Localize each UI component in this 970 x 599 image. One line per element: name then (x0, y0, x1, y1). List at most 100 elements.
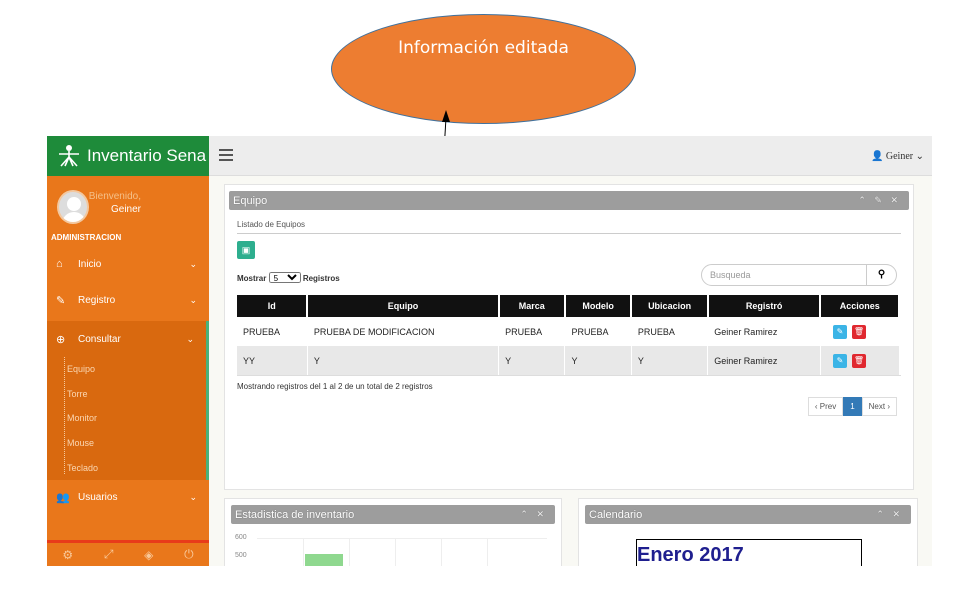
cell: YY (237, 346, 308, 375)
panel-title-bar: Estadistica de inventario ⌃ ✕ (231, 505, 555, 524)
equipo-table: Id Equipo Marca Modelo Ubicacion Registr… (237, 295, 900, 375)
annotation-callout: Información editada (331, 14, 636, 124)
show-suffix: Registros (302, 274, 340, 283)
user-menu-label: Geiner (885, 151, 914, 162)
search-icon[interactable]: ⚲ (866, 265, 896, 285)
panel-tools-icon[interactable]: ⌃ ✕ (876, 509, 903, 520)
panel-title-bar: Equipo ⌃ ✎ ✕ (229, 191, 909, 210)
panel-title: Equipo (233, 194, 268, 207)
sidebar: Inventario Sena Bienvenido, Geiner ADMIN… (47, 136, 209, 566)
table-info: Mostrando registros del 1 al 2 de un tot… (237, 382, 433, 391)
sidebar-item-label: Inicio (78, 258, 102, 270)
sidebar-item-usuarios[interactable]: 👥 Usuarios ⌄ (47, 480, 209, 516)
users-icon: 👥 (56, 492, 70, 505)
sidebar-item-label: Registro (78, 294, 116, 306)
page-1-button[interactable]: 1 (843, 397, 862, 416)
edit-icon: ✎ (56, 294, 66, 307)
chevron-down-icon: ⌄ (189, 258, 197, 269)
user-name: Geiner (110, 204, 141, 215)
submenu-item-teclado[interactable]: Teclado (67, 455, 206, 480)
delete-button[interactable]: 🗑 (851, 324, 866, 339)
col-header[interactable]: Equipo (307, 295, 500, 317)
export-excel-button[interactable]: ▣ (237, 241, 255, 259)
app-window: Inventario Sena Bienvenido, Geiner ADMIN… (47, 136, 932, 566)
cell: PRUEBA (237, 317, 308, 346)
cell: Geiner Ramirez (707, 346, 821, 375)
chevron-down-icon: ⌄ (189, 294, 197, 305)
col-header[interactable]: Acciones (820, 295, 900, 317)
submenu-item-equipo[interactable]: Equipo (67, 357, 206, 382)
chevron-down-icon: ⌄ (189, 492, 197, 503)
delete-button[interactable]: 🗑 (851, 353, 866, 368)
welcome-text: Bienvenido, (88, 191, 141, 202)
submenu-item-monitor[interactable]: Monitor (67, 406, 206, 431)
user-role: ADMINISTRACION (51, 233, 122, 242)
menu-toggle-icon[interactable] (219, 149, 233, 161)
panel-tools-icon[interactable]: ⌃ ✕ (520, 509, 547, 520)
cell: Y (498, 346, 566, 375)
edit-button[interactable]: ✎ (832, 324, 847, 339)
page-length-select[interactable]: 5 (268, 272, 301, 283)
show-prefix: Mostrar (237, 274, 267, 283)
submenu-item-mouse[interactable]: Mouse (67, 431, 206, 456)
edit-button[interactable]: ✎ (832, 353, 847, 368)
page-length-control: Mostrar 5 Registros (237, 272, 340, 283)
calendar-month: Enero 2017 (637, 544, 744, 566)
user-panel: Bienvenido, Geiner (47, 176, 209, 238)
home-icon: ⌂ (56, 258, 63, 270)
search-input[interactable]: Busqueda ⚲ (701, 264, 897, 286)
cell: Y (564, 346, 632, 375)
fullscreen-icon[interactable]: ⤢ (104, 547, 114, 562)
table-row: YY Y Y Y Y Geiner Ramirez ✎ 🗑 (237, 346, 900, 375)
pagination: ‹ Prev 1 Next › (807, 397, 897, 416)
panel-title: Calendario (589, 508, 643, 521)
callout-text: Información editada (398, 38, 569, 58)
actions-cell: ✎ 🗑 (820, 346, 900, 375)
calendar-widget: Enero 2017 (636, 539, 862, 566)
table-row: PRUEBA PRUEBA DE MODIFICACION PRUEBA PRU… (237, 317, 900, 346)
gear-icon[interactable]: ⚙ (62, 548, 73, 562)
gridline (441, 538, 442, 566)
equipo-panel: Equipo ⌃ ✎ ✕ Listado de Equipos ▣ Mostra… (224, 184, 914, 490)
power-icon[interactable]: ⏻ (184, 547, 194, 562)
sidebar-item-registro[interactable]: ✎ Registro ⌄ (47, 282, 209, 318)
axis-tick: 500 (235, 552, 247, 559)
col-header[interactable]: Marca (498, 295, 566, 317)
submenu-item-torre[interactable]: Torre (67, 382, 206, 407)
gridline (257, 538, 547, 539)
brand[interactable]: Inventario Sena (47, 136, 209, 176)
col-header[interactable]: Registró (707, 295, 822, 317)
brand-title: Inventario Sena (87, 146, 207, 165)
sidebar-item-consultar[interactable]: ⊕ Consultar ⌄ (47, 321, 209, 357)
panel-title: Estadistica de inventario (235, 508, 355, 521)
eye-slash-icon[interactable]: ◈ (144, 548, 153, 562)
gridline (349, 538, 350, 566)
calendario-panel: Calendario ⌃ ✕ Enero 2017 (578, 498, 918, 566)
prev-page-button[interactable]: ‹ Prev (807, 397, 844, 416)
panel-title-bar: Calendario ⌃ ✕ (585, 505, 911, 524)
col-header[interactable]: Modelo (564, 295, 633, 317)
col-header[interactable]: Id (237, 295, 309, 317)
sena-logo-icon (59, 145, 79, 167)
cell: PRUEBA (564, 317, 632, 346)
top-navbar: 👤 Geiner ⌄ (209, 136, 932, 176)
search-placeholder: Busqueda (710, 270, 751, 280)
cell: Geiner Ramirez (707, 317, 821, 346)
consultar-submenu: Equipo Torre Monitor Mouse Teclado (47, 357, 209, 480)
chart-bar (305, 554, 343, 566)
next-page-button[interactable]: Next › (861, 397, 897, 416)
col-header[interactable]: Ubicacion (631, 295, 709, 317)
estadistica-panel: Estadistica de inventario ⌃ ✕ 600 500 (224, 498, 562, 566)
cell: PRUEBA (498, 317, 566, 346)
panel-subtitle: Listado de Equipos (237, 210, 901, 234)
user-icon: 👤 (870, 151, 884, 162)
panel-tools-icon[interactable]: ⌃ ✎ ✕ (858, 195, 901, 206)
actions-cell: ✎ 🗑 (820, 317, 900, 346)
user-menu[interactable]: 👤 Geiner ⌄ (871, 151, 924, 162)
search-plus-icon: ⊕ (56, 333, 66, 346)
gridline (395, 538, 396, 566)
avatar (57, 190, 89, 224)
sidebar-item-inicio[interactable]: ⌂ Inicio ⌄ (47, 246, 209, 282)
sidebar-footer: ⚙ ⤢ ◈ ⏻ (47, 540, 209, 566)
cell: PRUEBA DE MODIFICACION (307, 317, 500, 346)
